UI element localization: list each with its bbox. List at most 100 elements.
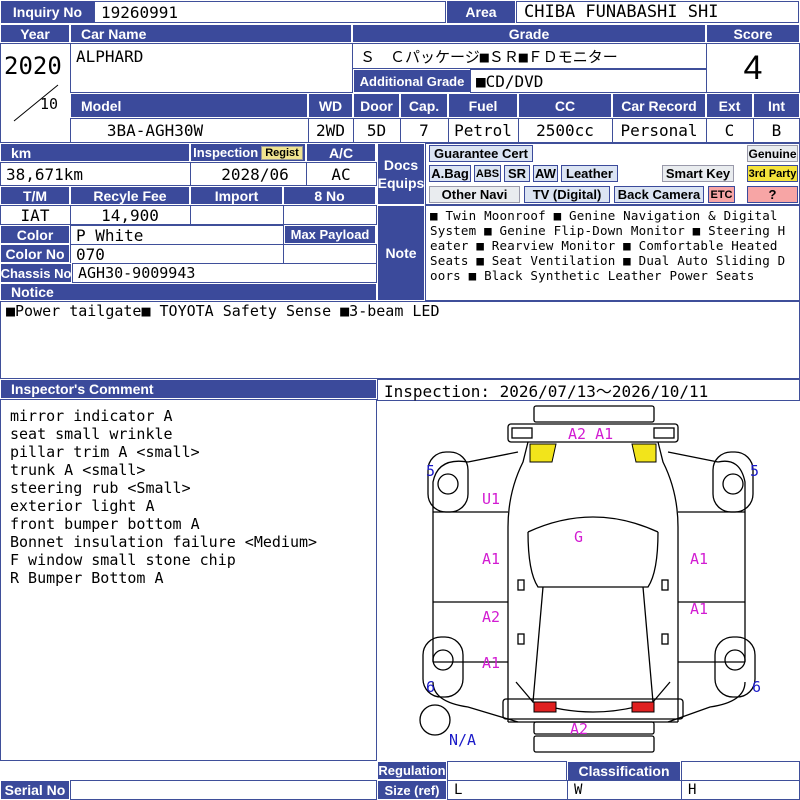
model-label: Model [70, 93, 308, 118]
divider [681, 780, 682, 800]
eight-no-label: 8 No [283, 186, 376, 205]
car-name-label: Car Name [70, 24, 352, 43]
leather-tag: Leather [561, 165, 618, 182]
size-h: H [688, 782, 697, 798]
inspector-comment-line: mirror indicator A [10, 407, 173, 425]
area-value: CHIBA FUNABASHI SHI [524, 2, 719, 22]
ext-value: C [724, 121, 735, 140]
docs-label-line1: Docs [383, 157, 419, 173]
color-no-label: Color No [0, 244, 70, 263]
eight-no-value [283, 205, 376, 225]
docs-label: Docs Equips [377, 143, 425, 205]
color-label: Color [0, 225, 70, 244]
tv-digital-tag: TV (Digital) [524, 186, 610, 203]
color-no-value: 070 [76, 244, 105, 264]
mark-front-left-tire: 5 [426, 462, 435, 480]
recycle-value: 14,900 [101, 205, 159, 225]
inspector-comment-line: trunk A <small> [10, 461, 146, 479]
mark-right-front-door: A1 [690, 550, 708, 568]
wd-label: WD [308, 93, 353, 118]
inspector-comments: mirror indicator Aseat small wrinkle pill… [10, 407, 370, 757]
int-value: B [771, 121, 782, 140]
mark-hood: G [574, 528, 583, 546]
mark-left-front-door: A1 [482, 550, 500, 568]
import-value [190, 205, 283, 225]
regulation-box [447, 761, 567, 781]
car-damage-diagram: A2 A1 5 5 U1 G A1 A1 A2 A1 A1 6 6 A2 N/A [419, 405, 761, 753]
inquiry-label: Inquiry No [0, 0, 95, 24]
other-navi-tag: Other Navi [429, 186, 520, 203]
mark-left-rear-panel: A1 [482, 654, 500, 672]
year-label: Year [0, 24, 70, 43]
tm-label: T/M [0, 186, 70, 205]
mark-left-front-panel: U1 [482, 490, 500, 508]
payload-value [283, 244, 376, 264]
score-value: 4 [743, 48, 763, 87]
inspection-value: 2028/06 [221, 164, 289, 184]
chassis-value: AGH30-9009943 [78, 264, 196, 282]
inspector-comment-line: pillar trim A <small> [10, 443, 200, 461]
classification-label: Classification [567, 761, 681, 781]
color-value: P White [76, 225, 144, 245]
inspector-label: Inspector's Comment [0, 379, 377, 399]
chassis-label: Chassis No [0, 263, 72, 283]
mark-front: A2 A1 [568, 425, 613, 443]
mark-front-right-tire: 5 [750, 462, 759, 480]
divider [567, 780, 568, 800]
smart-key-tag: Smart Key [662, 165, 734, 182]
abs-tag: ABS [474, 165, 501, 182]
cc-label: CC [518, 93, 612, 118]
third-party-tag: 3rd Party [747, 165, 798, 182]
fuel-value: Petrol [454, 121, 512, 140]
inspection-label: Inspection Regist [190, 143, 306, 162]
record-label: Car Record [612, 93, 706, 118]
inspector-comment-line: F window small stone chip [10, 551, 236, 569]
tm-value: IAT [20, 205, 50, 225]
door-label: Door [353, 93, 400, 118]
guarantee-cert-tag: Guarantee Cert [429, 145, 533, 162]
inspector-comment-line: Bonnet insulation failure <Medium> [10, 533, 318, 551]
km-value: 38,671km [6, 164, 84, 184]
notice-text: ■Power tailgate■ TOYOTA Safety Sense ■3-… [6, 302, 440, 320]
unknown-tag: ? [747, 186, 798, 203]
cc-value: 2500cc [536, 121, 594, 140]
inquiry-value: 19260991 [101, 2, 179, 22]
ext-label: Ext [706, 93, 753, 118]
genuine-tag: Genuine [747, 145, 798, 162]
additional-grade-value: ■CD/DVD [476, 71, 544, 91]
airbag-tag: A.Bag [429, 165, 471, 182]
inspector-comment-line: seat small wrinkle [10, 425, 173, 443]
fuel-label: Fuel [448, 93, 518, 118]
inspector-comment-line: exterior light A [10, 497, 155, 515]
additional-grade-label: Additional Grade [353, 69, 471, 93]
notice-label: Notice [0, 283, 377, 301]
etc-tag: ETC [708, 186, 735, 203]
cap-label: Cap. [400, 93, 448, 118]
docs-label-line2: Equips [377, 175, 425, 191]
alloy-wheel-tag: AW [533, 165, 558, 182]
serial-value [72, 780, 372, 800]
km-label: km [0, 143, 190, 162]
mark-rear: A2 [570, 720, 588, 738]
mark-spare: N/A [449, 731, 476, 749]
size-w: W [574, 782, 583, 798]
year-month: 10 [40, 95, 59, 113]
grade-value: Ｓ Ｃパッケージ■ＳＲ■ＦＤモニター [360, 47, 618, 66]
inspection-period: Inspection: 2026/07/13～2026/10/11 [384, 382, 709, 401]
mark-rear-left-tire: 6 [426, 678, 435, 696]
serial-label: Serial No [0, 780, 70, 800]
size-l: L [454, 782, 463, 798]
inspector-comment-line: steering rub <Small> [10, 479, 191, 497]
ac-value: AC [331, 164, 351, 184]
int-label: Int [753, 93, 800, 118]
ac-label: A/C [306, 143, 376, 162]
mark-left-rear-door: A2 [482, 608, 500, 626]
regist-badge: Regist [261, 145, 303, 160]
sunroof-tag: SR [504, 165, 530, 182]
grade-label: Grade [352, 24, 706, 43]
inspector-comment-line: front bumper bottom A [10, 515, 200, 533]
record-value: Personal [620, 121, 698, 140]
import-label: Import [190, 186, 283, 205]
score-label: Score [706, 24, 800, 43]
mark-rear-right-tire: 6 [752, 678, 761, 696]
